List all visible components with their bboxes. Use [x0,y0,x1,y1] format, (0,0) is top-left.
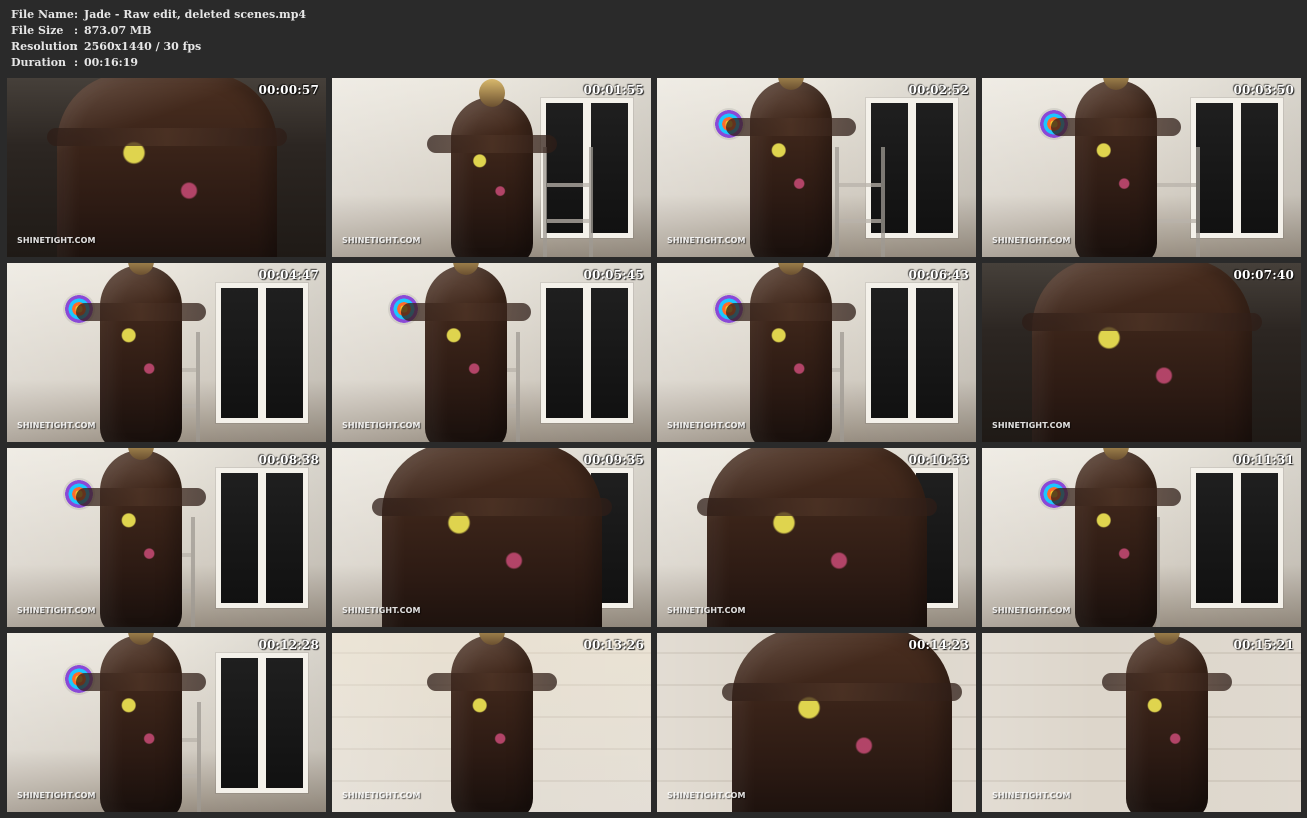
video-thumbnail: 00:01:55 SHINETIGHT.COM [332,78,651,257]
thumbnail-figure [722,633,963,812]
thumbnail-figure [1050,80,1181,257]
thumbnail-watermark: SHINETIGHT.COM [17,236,96,245]
thumbnail-figure [46,78,287,257]
video-thumbnail: 00:12:28 SHINETIGHT.COM [7,633,326,812]
thumbnail-figure [1050,450,1181,627]
file-size-row: File Size : 873.07 MB [11,23,306,39]
thumbnail-ladder [1150,147,1200,257]
duration-row: Duration : 00:16:19 [11,55,306,71]
thumbnail-watermark: SHINETIGHT.COM [992,606,1071,615]
resolution-label: Resolution [11,40,78,53]
thumbnail-watermark: SHINETIGHT.COM [342,791,421,800]
thumbnail-timestamp: 00:07:40 [1233,268,1294,282]
thumbnail-figure [426,97,557,257]
resolution-value: 2560x1440 / 30 fps [84,40,202,53]
file-size-value: 873.07 MB [84,24,152,37]
thumbnail-watermark: SHINETIGHT.COM [667,236,746,245]
duration-label: Duration [11,56,67,69]
video-thumbnail: 00:06:43 SHINETIGHT.COM [657,263,976,442]
thumbnail-timestamp: 00:06:43 [908,268,969,282]
video-thumbnail: 00:15:21 SHINETIGHT.COM [982,633,1301,812]
resolution-row: Resolution : 2560x1440 / 30 fps [11,39,306,55]
thumbnail-watermark: SHINETIGHT.COM [342,236,421,245]
thumbnail-watermark: SHINETIGHT.COM [992,421,1071,430]
thumbnail-timestamp: 00:04:47 [258,268,319,282]
thumbnail-timestamp: 00:15:21 [1233,638,1294,652]
thumbnail-watermark: SHINETIGHT.COM [992,236,1071,245]
video-thumbnail: 00:10:33 SHINETIGHT.COM [657,448,976,627]
thumbnail-watermark: SHINETIGHT.COM [667,421,746,430]
thumbnail-figure [696,448,937,627]
thumbnail-watermark: SHINETIGHT.COM [667,791,746,800]
video-thumbnail: 00:00:57 SHINETIGHT.COM [7,78,326,257]
thumbnail-timestamp: 00:09:35 [583,453,644,467]
thumbnail-watermark: SHINETIGHT.COM [667,606,746,615]
file-info-header: File Name : Jade - Raw edit, deleted sce… [11,7,306,71]
thumbnail-figure [725,265,856,442]
video-thumbnail: 00:14:23 SHINETIGHT.COM [657,633,976,812]
video-thumbnail: 00:05:45 SHINETIGHT.COM [332,263,651,442]
duration-value: 00:16:19 [84,56,139,69]
thumbnail-watermark: SHINETIGHT.COM [992,791,1071,800]
thumbnail-grid: 00:00:57 SHINETIGHT.COM 00:01:55 SHINETI… [7,78,1301,812]
thumbnail-watermark: SHINETIGHT.COM [17,791,96,800]
thumbnail-timestamp: 00:01:55 [583,83,644,97]
thumbnail-figure [75,450,206,627]
video-thumbnail: 00:09:35 SHINETIGHT.COM [332,448,651,627]
file-size-separator: : [74,24,79,37]
video-thumbnail: 00:03:50 SHINETIGHT.COM [982,78,1301,257]
thumbnail-figure [371,448,612,627]
thumbnail-watermark: SHINETIGHT.COM [17,421,96,430]
video-thumbnail: 00:13:26 SHINETIGHT.COM [332,633,651,812]
thumbnail-figure [1102,635,1233,812]
thumbnail-figure [725,80,856,257]
video-thumbnail: 00:02:52 SHINETIGHT.COM [657,78,976,257]
thumbnail-timestamp: 00:10:33 [908,453,969,467]
thumbnail-timestamp: 00:14:23 [908,638,969,652]
thumbnail-watermark: SHINETIGHT.COM [342,606,421,615]
video-thumbnail: 00:11:31 SHINETIGHT.COM [982,448,1301,627]
thumbnail-timestamp: 00:11:31 [1233,453,1294,467]
thumbnail-timestamp: 00:00:57 [258,83,319,97]
thumbnail-watermark: SHINETIGHT.COM [342,421,421,430]
thumbnail-timestamp: 00:03:50 [1233,83,1294,97]
thumbnail-timestamp: 00:02:52 [908,83,969,97]
video-thumbnail: 00:07:40 SHINETIGHT.COM [982,263,1301,442]
thumbnail-ladder [835,147,885,257]
video-thumbnail: 00:04:47 SHINETIGHT.COM [7,263,326,442]
thumbnail-ladder [543,147,593,257]
thumbnail-figure [75,265,206,442]
thumbnail-timestamp: 00:05:45 [583,268,644,282]
thumbnail-figure [1021,263,1262,442]
thumbnail-figure [75,635,206,812]
file-name-row: File Name : Jade - Raw edit, deleted sce… [11,7,306,23]
resolution-separator: : [74,40,79,53]
thumbnail-watermark: SHINETIGHT.COM [17,606,96,615]
thumbnail-timestamp: 00:08:38 [258,453,319,467]
duration-separator: : [74,56,79,69]
thumbnail-timestamp: 00:13:26 [583,638,644,652]
file-name-value: Jade - Raw edit, deleted scenes.mp4 [84,8,307,21]
file-name-separator: : [74,8,79,21]
video-thumbnail: 00:08:38 SHINETIGHT.COM [7,448,326,627]
file-size-label: File Size [11,24,64,37]
thumbnail-figure [426,635,557,812]
file-name-label: File Name [11,8,74,21]
thumbnail-timestamp: 00:12:28 [258,638,319,652]
thumbnail-figure [400,265,531,442]
